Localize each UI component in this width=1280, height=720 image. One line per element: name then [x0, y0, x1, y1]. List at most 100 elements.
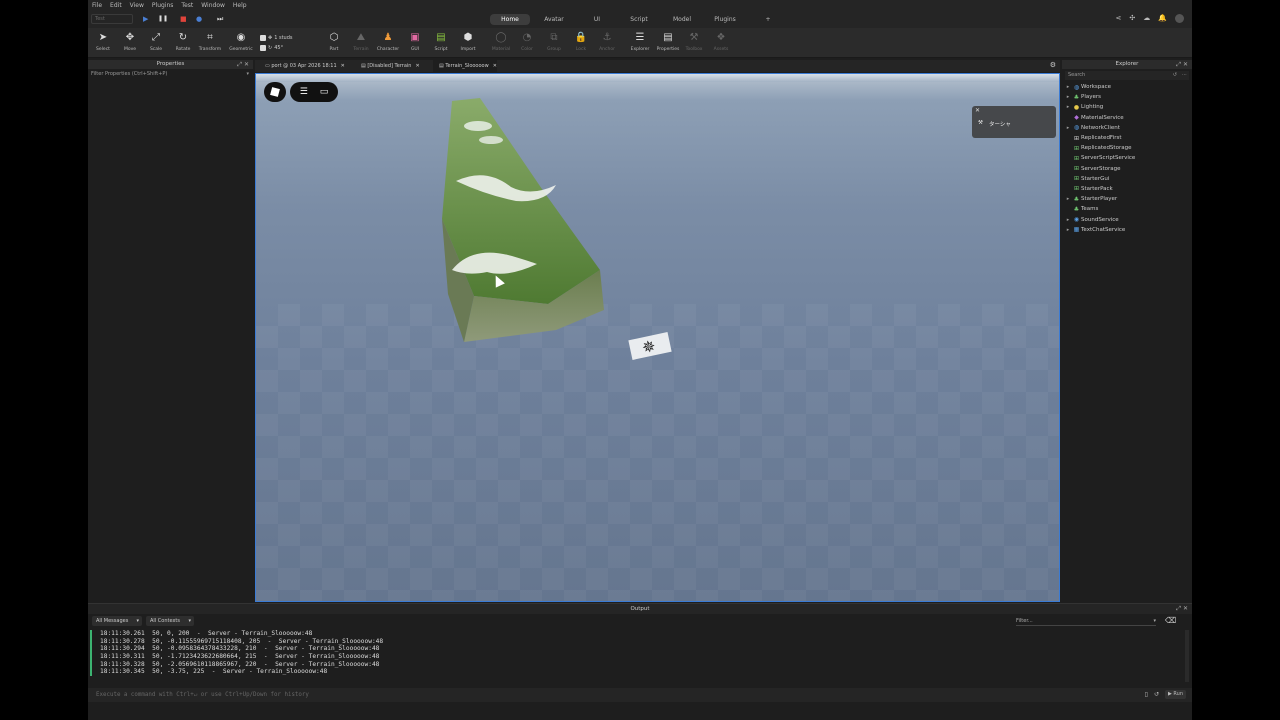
explorer-item-replicatedstorage[interactable]: ⊞ ReplicatedStorage: [1064, 143, 1192, 153]
chevron-right-icon[interactable]: ▸: [1064, 104, 1072, 110]
context-filter-dropdown[interactable]: All Contexts ▾: [146, 616, 194, 626]
properties-filter-input[interactable]: Filter Properties (Ctrl+Shift+P) ▾: [88, 69, 253, 79]
history-icon[interactable]: ↺: [1154, 691, 1159, 698]
move-snap-checkbox[interactable]: [260, 35, 266, 41]
output-scrollbar[interactable]: [1185, 630, 1189, 682]
tab-avatar[interactable]: Avatar: [534, 14, 574, 25]
move-tool[interactable]: ✥ Move: [117, 31, 143, 52]
explorer-tool[interactable]: ☰ Explorer: [627, 31, 653, 52]
close-icon[interactable]: ✕: [1183, 61, 1188, 68]
popout-icon[interactable]: ⤢: [237, 61, 242, 68]
notification-icon[interactable]: 🔔: [1158, 14, 1167, 23]
doc-tab-disabled-terrain[interactable]: ▤ [Disabled] Terrain ✕: [355, 60, 420, 72]
menu-plugins[interactable]: Plugins: [152, 2, 174, 9]
menu-view[interactable]: View: [130, 2, 144, 9]
explorer-item-teams[interactable]: ♣ Teams: [1064, 204, 1192, 214]
3d-viewport[interactable]: ✵ ☰ ▭ ✕ ⚒ ターシャ: [255, 73, 1060, 602]
menu-window[interactable]: Window: [201, 2, 225, 9]
popout-icon[interactable]: ⤢: [1176, 61, 1181, 68]
explorer-item-startergui[interactable]: ⊞ StarterGui: [1064, 174, 1192, 184]
color-tool[interactable]: ◔ Color: [514, 31, 540, 52]
share-icon[interactable]: ⋖: [1116, 14, 1122, 23]
message-filter-dropdown[interactable]: All Messages ▾: [92, 616, 142, 626]
transform-tool[interactable]: ⌗ Transform: [197, 31, 223, 52]
lock-tool[interactable]: 🔒 Lock: [568, 31, 594, 52]
menu-edit[interactable]: Edit: [110, 2, 122, 9]
close-icon[interactable]: ✕: [493, 63, 497, 69]
menu-file[interactable]: File: [92, 2, 102, 9]
character-tool[interactable]: ♟ Character: [375, 31, 401, 52]
chevron-right-icon[interactable]: ▸: [1064, 196, 1072, 202]
play-icon[interactable]: ▶: [143, 14, 148, 24]
collaborate-icon[interactable]: ✣: [1129, 14, 1135, 23]
close-icon[interactable]: ✕: [975, 107, 980, 114]
test-mode-dropdown[interactable]: Test: [91, 14, 133, 24]
explorer-item-soundservice[interactable]: ▸ ◉ SoundService: [1064, 214, 1192, 224]
close-icon[interactable]: ✕: [341, 63, 345, 69]
hamburger-icon[interactable]: ☰: [300, 87, 308, 97]
tab-plugins[interactable]: Plugins: [705, 14, 745, 25]
menu-help[interactable]: Help: [233, 2, 247, 9]
explorer-item-serverstorage[interactable]: ⊞ ServerStorage: [1064, 164, 1192, 174]
explorer-item-networkclient[interactable]: ▸ ◍ NetworkClient: [1064, 123, 1192, 133]
chevron-down-icon[interactable]: ▾: [246, 71, 249, 77]
assets-tool[interactable]: ❖ Assets: [708, 31, 734, 52]
properties-tool[interactable]: ▤ Properties: [655, 31, 681, 52]
select-tool[interactable]: ➤ Select: [90, 31, 116, 52]
stop-icon[interactable]: ■: [180, 14, 187, 24]
group-tool[interactable]: ⧉ Group: [541, 31, 567, 52]
rotate-tool[interactable]: ↻ Rotate: [170, 31, 196, 52]
move-snap[interactable]: ✥ 1 studs: [260, 33, 312, 43]
explorer-item-workspace[interactable]: ▸ ◍ Workspace: [1064, 82, 1192, 92]
gear-icon[interactable]: ⚙: [1050, 61, 1056, 69]
avatar[interactable]: [1175, 14, 1184, 23]
import-tool[interactable]: ⬢ Import: [455, 31, 481, 52]
command-input[interactable]: Execute a command with Ctrl+↵ or use Ctr…: [88, 688, 1192, 702]
gui-tool[interactable]: ▣ GUI: [402, 31, 428, 52]
chevron-right-icon[interactable]: ▸: [1064, 227, 1072, 233]
history-icon[interactable]: ↺: [1173, 71, 1177, 80]
tab-model[interactable]: Model: [662, 14, 702, 25]
explorer-item-replicatedfirst[interactable]: ⊞ ReplicatedFirst: [1064, 133, 1192, 143]
explorer-item-starterplayer[interactable]: ▸ ♣ StarterPlayer: [1064, 194, 1192, 204]
step-icon[interactable]: ⏭: [217, 14, 223, 24]
terrain-strip[interactable]: ✵: [256, 74, 1060, 602]
rotate-snap[interactable]: ↻ 45°: [260, 43, 312, 53]
clear-icon[interactable]: ⌫: [1165, 616, 1176, 625]
close-icon[interactable]: ✕: [244, 61, 249, 68]
geometric-tool[interactable]: ◉ Geometric: [228, 31, 254, 52]
terrain-tool[interactable]: ⛰ Terrain: [348, 31, 374, 52]
tab-home[interactable]: Home: [490, 14, 530, 25]
pause-icon[interactable]: ❚❚: [158, 14, 168, 24]
popup-row[interactable]: ⚒ ターシャ: [978, 120, 1011, 128]
popout-icon[interactable]: ⤢: [1176, 605, 1181, 612]
material-tool[interactable]: ◯ Material: [488, 31, 514, 52]
tab-ui[interactable]: UI: [577, 14, 617, 25]
doc-tab-place[interactable]: ▭ port @ 03 Apr 2026 18:11 ✕: [259, 60, 345, 72]
explorer-item-lighting[interactable]: ▸ ● Lighting: [1064, 102, 1192, 112]
chat-icon[interactable]: ▭: [320, 87, 329, 97]
doc-tab-terrain-slow[interactable]: ▤ Terrain_Slooooow ✕: [433, 60, 497, 72]
chevron-right-icon[interactable]: ▸: [1064, 217, 1072, 223]
anchor-tool[interactable]: ⚓ Anchor: [594, 31, 620, 52]
explorer-item-starterpack[interactable]: ⊞ StarterPack: [1064, 184, 1192, 194]
close-icon[interactable]: ✕: [1183, 605, 1188, 612]
bookmark-icon[interactable]: ▯: [1145, 691, 1148, 698]
run-button[interactable]: ▶ Run: [1164, 690, 1186, 699]
toolbox-tool[interactable]: ⚒ Toolbox: [681, 31, 707, 52]
part-tool[interactable]: ⬡ Part: [321, 31, 347, 52]
chevron-right-icon[interactable]: ▸: [1064, 84, 1072, 90]
client-server-icon[interactable]: ●: [196, 14, 202, 24]
explorer-item-serverscriptservice[interactable]: ⊞ ServerScriptService: [1064, 153, 1192, 163]
more-icon[interactable]: ⋯: [1182, 71, 1187, 80]
chevron-down-icon[interactable]: ▾: [1153, 616, 1156, 626]
explorer-item-textchatservice[interactable]: ▸ ▦ TextChatService: [1064, 225, 1192, 235]
roblox-menu-button[interactable]: [264, 82, 286, 102]
tab-script[interactable]: Script: [619, 14, 659, 25]
menu-test[interactable]: Test: [181, 2, 193, 9]
explorer-item-players[interactable]: ▸ ♣ Players: [1064, 92, 1192, 102]
tab-add[interactable]: +: [758, 14, 778, 25]
scale-tool[interactable]: ⤢ Scale: [143, 31, 169, 52]
output-filter-input[interactable]: Filter... ▾: [1016, 616, 1156, 626]
explorer-item-materialservice[interactable]: ◆ MaterialService: [1064, 113, 1192, 123]
